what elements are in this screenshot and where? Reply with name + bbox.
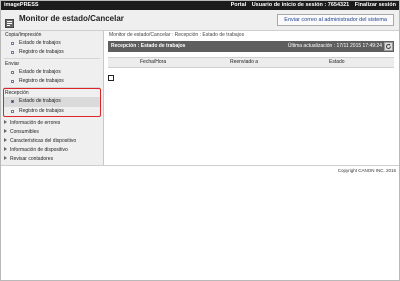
bullet-icon <box>11 51 14 54</box>
last-update-text: Última actualización : 17/11 2015 17:49:… <box>287 43 382 49</box>
column-header-forwarded-to: Reenviado a <box>230 59 259 65</box>
expand-arrow-icon <box>4 129 7 133</box>
sidebar-group-send: Enviar <box>5 61 20 67</box>
header: Monitor de estado/Cancelar Enviar correo… <box>1 10 399 31</box>
page-title: Monitor de estado/Cancelar <box>19 14 124 23</box>
section-title: Recepción : Estado de trabajos <box>111 43 186 49</box>
expand-arrow-icon <box>4 156 7 160</box>
sidebar-item-consumables[interactable]: Consumibles <box>4 128 39 136</box>
sidebar: Copia/Impresión Estado de trabajos Regis… <box>1 31 104 165</box>
column-header-status: Estado <box>329 59 345 65</box>
footer-divider <box>1 165 399 166</box>
divider <box>4 58 100 59</box>
breadcrumb: Monitor de estado/Cancelar : Recepción :… <box>109 32 245 38</box>
bullet-icon <box>11 71 14 74</box>
refresh-button[interactable] <box>384 42 393 51</box>
sidebar-item-device-features[interactable]: Características del dispositivo <box>4 137 76 145</box>
sidebar-item-device-info[interactable]: Información de dispositivo <box>4 146 68 154</box>
expand-arrow-icon <box>4 120 7 124</box>
sidebar-group-copy-print: Copia/Impresión <box>5 32 42 38</box>
copyright-text: Copyright CANON INC. 2015 <box>337 168 396 173</box>
expand-arrow-icon <box>4 138 7 142</box>
print-icon[interactable] <box>108 75 114 81</box>
status-monitor-icon <box>5 15 14 28</box>
sidebar-item-error-info[interactable]: Información de errores <box>4 119 60 127</box>
table-header: Fecha/Hora Reenviado a Estado <box>108 57 394 68</box>
top-bar: imagePRESS Portal Usuario de inicio de s… <box>1 1 399 10</box>
portal-link[interactable]: Portal <box>231 2 247 8</box>
section-header: Recepción : Estado de trabajos Última ac… <box>108 41 394 52</box>
expand-arrow-icon <box>4 147 7 151</box>
email-admin-button[interactable]: Enviar correo al administrador del siste… <box>277 14 394 26</box>
highlight-frame <box>3 88 101 117</box>
app-window: imagePRESS Portal Usuario de inicio de s… <box>0 0 400 281</box>
sidebar-item-check-counters[interactable]: Revisar contadores <box>4 155 53 163</box>
brand-name: imagePRESS <box>4 2 39 8</box>
bullet-icon <box>11 42 14 45</box>
column-header-date: Fecha/Hora <box>140 59 167 65</box>
bullet-icon <box>11 80 14 83</box>
main-content: Monitor de estado/Cancelar : Recepción :… <box>104 31 399 165</box>
logout-link[interactable]: Finalizar sesión <box>355 2 396 8</box>
login-user-text: Usuario de inicio de sesión : 7654321 <box>251 2 350 8</box>
refresh-icon <box>386 43 391 49</box>
top-links: Portal Usuario de inicio de sesión : 765… <box>227 1 396 10</box>
